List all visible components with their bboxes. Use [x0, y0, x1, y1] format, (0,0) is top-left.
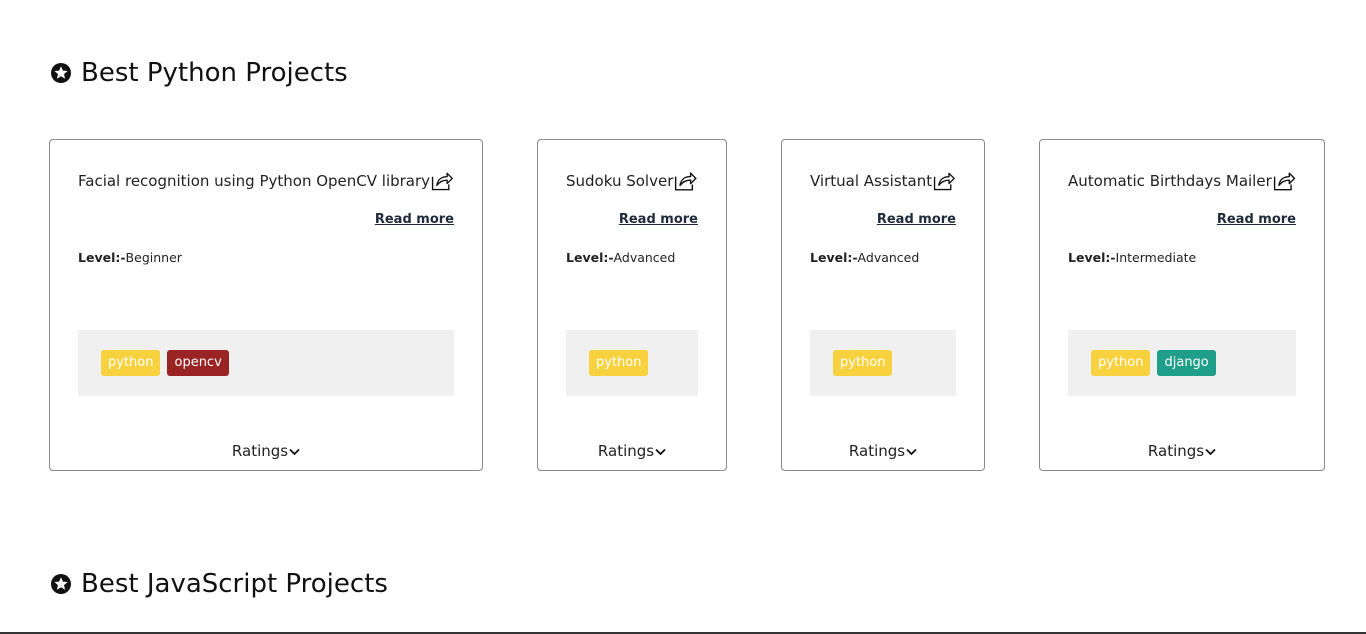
- card-title-row: Virtual Assistant: [810, 168, 956, 194]
- share-icon[interactable]: [430, 168, 454, 194]
- star-circle-icon: [51, 574, 71, 594]
- card-title-row: Automatic Birthdays Mailer: [1068, 168, 1296, 194]
- star-circle-icon: [51, 63, 71, 83]
- section-title: Best JavaScript Projects: [81, 569, 388, 599]
- level-info: Level:-Advanced: [566, 250, 675, 265]
- card-title-row: Facial recognition using Python OpenCV l…: [78, 168, 454, 194]
- chevron-down-icon: [1205, 448, 1216, 456]
- level-label: Level:-: [78, 250, 126, 265]
- read-more-link[interactable]: Read more: [1217, 212, 1296, 227]
- ratings-label: Ratings: [848, 442, 906, 460]
- share-icon[interactable]: [932, 168, 956, 194]
- ratings-toggle[interactable]: Ratings: [538, 442, 726, 460]
- chevron-down-icon: [655, 448, 666, 456]
- level-value: Beginner: [125, 250, 182, 265]
- ratings-toggle[interactable]: Ratings: [782, 442, 984, 460]
- chevron-down-icon: [289, 448, 300, 456]
- ratings-label: Ratings: [597, 442, 655, 460]
- chevron-down-icon: [906, 448, 917, 456]
- level-label: Level:-: [810, 250, 858, 265]
- section-title: Best Python Projects: [81, 58, 348, 88]
- card-title: Automatic Birthdays Mailer: [1068, 172, 1272, 190]
- tag-box: python django: [1068, 330, 1296, 396]
- tag-python[interactable]: python: [101, 350, 161, 376]
- ratings-toggle[interactable]: Ratings: [50, 442, 482, 460]
- read-more-link[interactable]: Read more: [619, 212, 698, 227]
- level-value: Advanced: [613, 250, 676, 265]
- read-more-link[interactable]: Read more: [375, 212, 454, 227]
- ratings-label: Ratings: [1147, 442, 1205, 460]
- read-more-link[interactable]: Read more: [877, 212, 956, 227]
- card-title: Sudoku Solver: [566, 172, 674, 190]
- ratings-label: Ratings: [231, 442, 289, 460]
- level-value: Advanced: [857, 250, 920, 265]
- share-icon[interactable]: [1272, 168, 1296, 194]
- card-title-row: Sudoku Solver: [566, 168, 698, 194]
- level-info: Level:-Advanced: [810, 250, 919, 265]
- card-title: Facial recognition using Python OpenCV l…: [78, 172, 431, 190]
- tag-box: python: [566, 330, 698, 396]
- share-icon[interactable]: [673, 168, 698, 194]
- level-info: Level:-Intermediate: [1068, 250, 1196, 265]
- card-title: Virtual Assistant: [810, 172, 933, 190]
- tag-box: python: [810, 330, 956, 396]
- project-card: Facial recognition using Python OpenCV l…: [49, 139, 483, 471]
- project-card: Virtual Assistant Read more Level:-Advan…: [781, 139, 985, 471]
- project-card: Automatic Birthdays Mailer Read more Lev…: [1039, 139, 1325, 471]
- ratings-toggle[interactable]: Ratings: [1040, 442, 1324, 460]
- tag-python[interactable]: python: [833, 350, 893, 376]
- level-label: Level:-: [1068, 250, 1116, 265]
- tag-python[interactable]: python: [1091, 350, 1151, 376]
- tag-python[interactable]: python: [589, 350, 649, 376]
- project-card: Sudoku Solver Read more Level:-Advanced …: [537, 139, 727, 471]
- tag-django[interactable]: django: [1157, 350, 1216, 376]
- level-value: Intermediate: [1115, 250, 1197, 265]
- level-info: Level:-Beginner: [78, 250, 182, 265]
- section-heading-python: Best Python Projects: [50, 58, 348, 88]
- tag-box: python opencv: [78, 330, 454, 396]
- level-label: Level:-: [566, 250, 614, 265]
- section-heading-javascript: Best JavaScript Projects: [50, 569, 388, 599]
- tag-opencv[interactable]: opencv: [167, 350, 229, 376]
